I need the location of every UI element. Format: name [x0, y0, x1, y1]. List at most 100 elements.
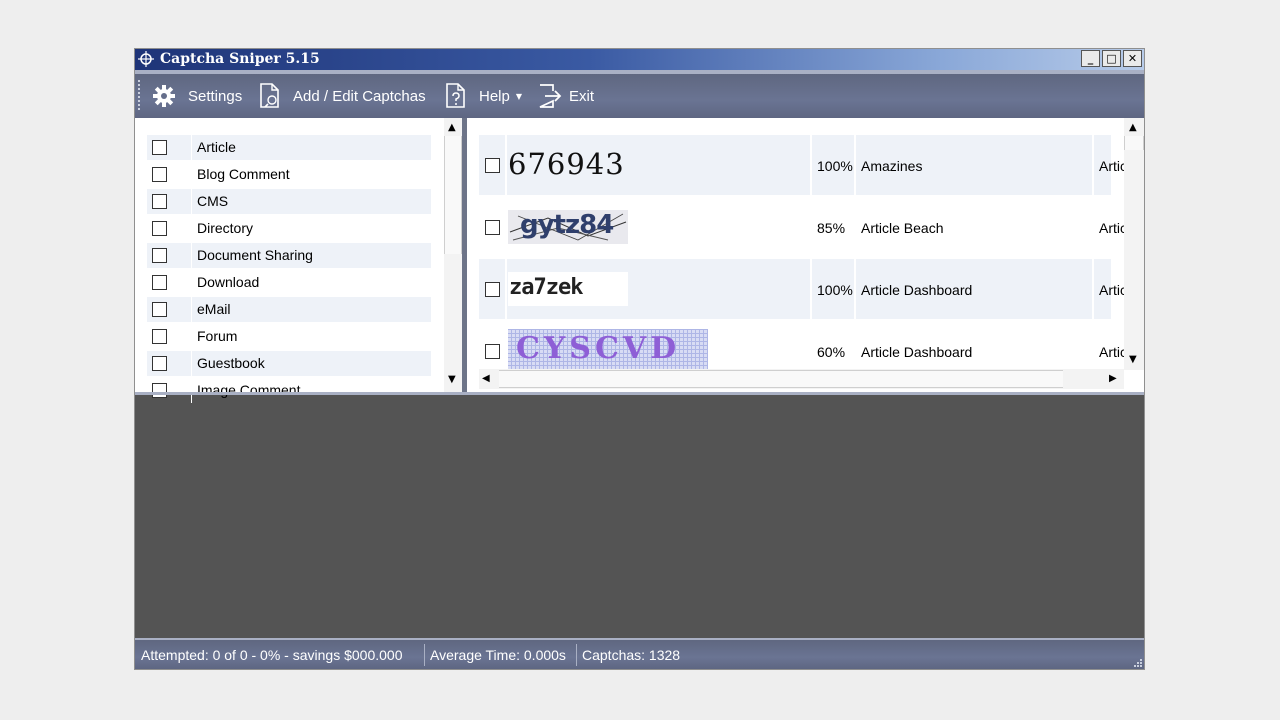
captcha-percent: 60% — [817, 344, 846, 360]
category-list-pane: Article Blog Comment CMS Directory Docum… — [135, 118, 462, 403]
captcha-percent: 100% — [817, 158, 853, 174]
table-row[interactable]: za7zek 100% Article Dashboard Article — [479, 259, 1125, 319]
category-label: Blog Comment — [197, 166, 290, 182]
captcha-site-name: Article Dashboard — [861, 282, 973, 298]
window-controls: _ □ ✕ — [1081, 50, 1142, 67]
category-checkbox[interactable] — [152, 194, 167, 209]
table-row[interactable]: 676943 100% Amazines Article — [479, 135, 1125, 195]
category-label: Directory — [197, 220, 254, 236]
scroll-left-arrow-icon[interactable]: ◀ — [482, 374, 490, 384]
settings-button[interactable]: Settings — [152, 82, 242, 110]
list-item[interactable]: Blog Comment — [147, 162, 431, 187]
category-label: Image Comment — [197, 382, 301, 398]
captcha-image: CYSCVD — [508, 329, 708, 369]
table-row[interactable]: gytz84 85% Article Beach Article — [479, 197, 1125, 257]
list-item[interactable]: Download — [147, 270, 431, 295]
captcha-list-hscrollbar[interactable]: ◀ ▶ — [479, 369, 1124, 389]
category-list: Article Blog Comment CMS Directory Docum… — [147, 135, 431, 405]
maximize-button[interactable]: □ — [1102, 50, 1121, 67]
chevron-down-icon: ▼ — [515, 91, 523, 101]
category-checkbox[interactable] — [152, 383, 167, 398]
list-item[interactable]: eMail — [147, 297, 431, 322]
list-item[interactable]: Image Comment — [147, 378, 431, 403]
scroll-up-arrow-icon[interactable]: ▲ — [1129, 123, 1137, 133]
captcha-list-pane: 676943 100% Amazines Article gytz84 85% … — [467, 118, 1144, 392]
close-button[interactable]: ✕ — [1123, 50, 1142, 67]
captcha-image: za7zek — [508, 272, 628, 306]
category-checkbox[interactable] — [152, 167, 167, 182]
list-item[interactable]: Directory — [147, 216, 431, 241]
captcha-site-name: Article Dashboard — [861, 344, 973, 360]
add-edit-captchas-button[interactable]: Add / Edit Captchas — [259, 82, 426, 110]
scroll-right-arrow-icon[interactable]: ▶ — [1109, 374, 1117, 384]
toolbar: Settings Add / Edit Captchas Help ▼ Exit — [135, 70, 1144, 118]
status-bar: Attempted: 0 of 0 - 0% - savings $000.00… — [135, 638, 1144, 669]
category-label: CMS — [197, 193, 229, 209]
help-label: Help — [479, 87, 510, 105]
gear-icon — [153, 85, 175, 107]
pane-divider — [135, 392, 1144, 395]
captcha-category: Article — [1099, 158, 1125, 174]
scroll-down-arrow-icon[interactable]: ▼ — [448, 375, 456, 385]
category-label: Guestbook — [197, 355, 265, 371]
category-checkbox[interactable] — [152, 140, 167, 155]
category-label: Forum — [197, 328, 238, 344]
maximize-icon: □ — [1106, 52, 1117, 65]
help-document-icon — [446, 83, 465, 108]
close-icon: ✕ — [1127, 52, 1138, 65]
document-edit-icon — [260, 83, 279, 108]
exit-icon — [539, 84, 562, 108]
scroll-down-arrow-icon[interactable]: ▼ — [1129, 355, 1137, 365]
captcha-category: Article — [1099, 220, 1125, 236]
category-checkbox[interactable] — [152, 356, 167, 371]
window-title: Captcha Sniper 5.15 — [160, 51, 320, 67]
title-bar[interactable]: Captcha Sniper 5.15 _ □ ✕ — [135, 49, 1144, 70]
scrollbar-thumb[interactable] — [444, 136, 462, 254]
category-label: Article — [197, 139, 236, 155]
captcha-percent: 100% — [817, 282, 853, 298]
captcha-image: gytz84 — [508, 210, 628, 244]
captcha-checkbox[interactable] — [485, 220, 500, 235]
status-average-time: Average Time: 0.000s — [430, 647, 566, 663]
category-checkbox[interactable] — [152, 329, 167, 344]
exit-button[interactable]: Exit — [537, 82, 594, 110]
resize-grip-icon[interactable] — [1132, 657, 1142, 667]
scrollbar-thumb[interactable] — [1124, 136, 1144, 150]
category-label: Document Sharing — [197, 247, 313, 263]
captcha-percent: 85% — [817, 220, 846, 236]
hscrollbar-thumb[interactable] — [499, 370, 1063, 388]
crosshair-icon — [138, 51, 154, 67]
status-attempted: Attempted: 0 of 0 - 0% - savings $000.00… — [141, 647, 403, 663]
category-checkbox[interactable] — [152, 275, 167, 290]
app-window: Captcha Sniper 5.15 _ □ ✕ Settings Add /… — [134, 48, 1145, 670]
category-checkbox[interactable] — [152, 248, 167, 263]
status-captcha-count: Captchas: 1328 — [582, 647, 681, 663]
category-label: eMail — [197, 301, 231, 317]
captcha-category: Article — [1099, 282, 1125, 298]
list-item[interactable]: Article — [147, 135, 431, 160]
exit-label: Exit — [569, 87, 595, 105]
list-item[interactable]: Forum — [147, 324, 431, 349]
list-item[interactable]: Document Sharing — [147, 243, 431, 268]
captcha-checkbox[interactable] — [485, 282, 500, 297]
captcha-site-name: Article Beach — [861, 220, 944, 236]
category-list-scrollbar[interactable]: ▲ ▼ — [444, 118, 462, 392]
category-checkbox[interactable] — [152, 221, 167, 236]
help-button[interactable]: Help ▼ — [445, 82, 522, 110]
captcha-category: Article — [1099, 344, 1125, 360]
settings-label: Settings — [188, 87, 243, 105]
category-checkbox[interactable] — [152, 302, 167, 317]
add-edit-captchas-label: Add / Edit Captchas — [293, 87, 426, 105]
category-label: Download — [197, 274, 260, 290]
list-item[interactable]: Guestbook — [147, 351, 431, 376]
captcha-image: 676943 — [508, 148, 628, 182]
toolbar-grip[interactable] — [138, 80, 140, 110]
captcha-checkbox[interactable] — [485, 344, 500, 359]
captcha-site-name: Amazines — [861, 158, 923, 174]
captcha-list-scrollbar[interactable]: ▲ ▼ — [1124, 118, 1144, 370]
list-item[interactable]: CMS — [147, 189, 431, 214]
scroll-up-arrow-icon[interactable]: ▲ — [448, 123, 456, 133]
minimize-button[interactable]: _ — [1081, 50, 1100, 67]
minimize-icon: _ — [1087, 52, 1094, 65]
captcha-checkbox[interactable] — [485, 158, 500, 173]
